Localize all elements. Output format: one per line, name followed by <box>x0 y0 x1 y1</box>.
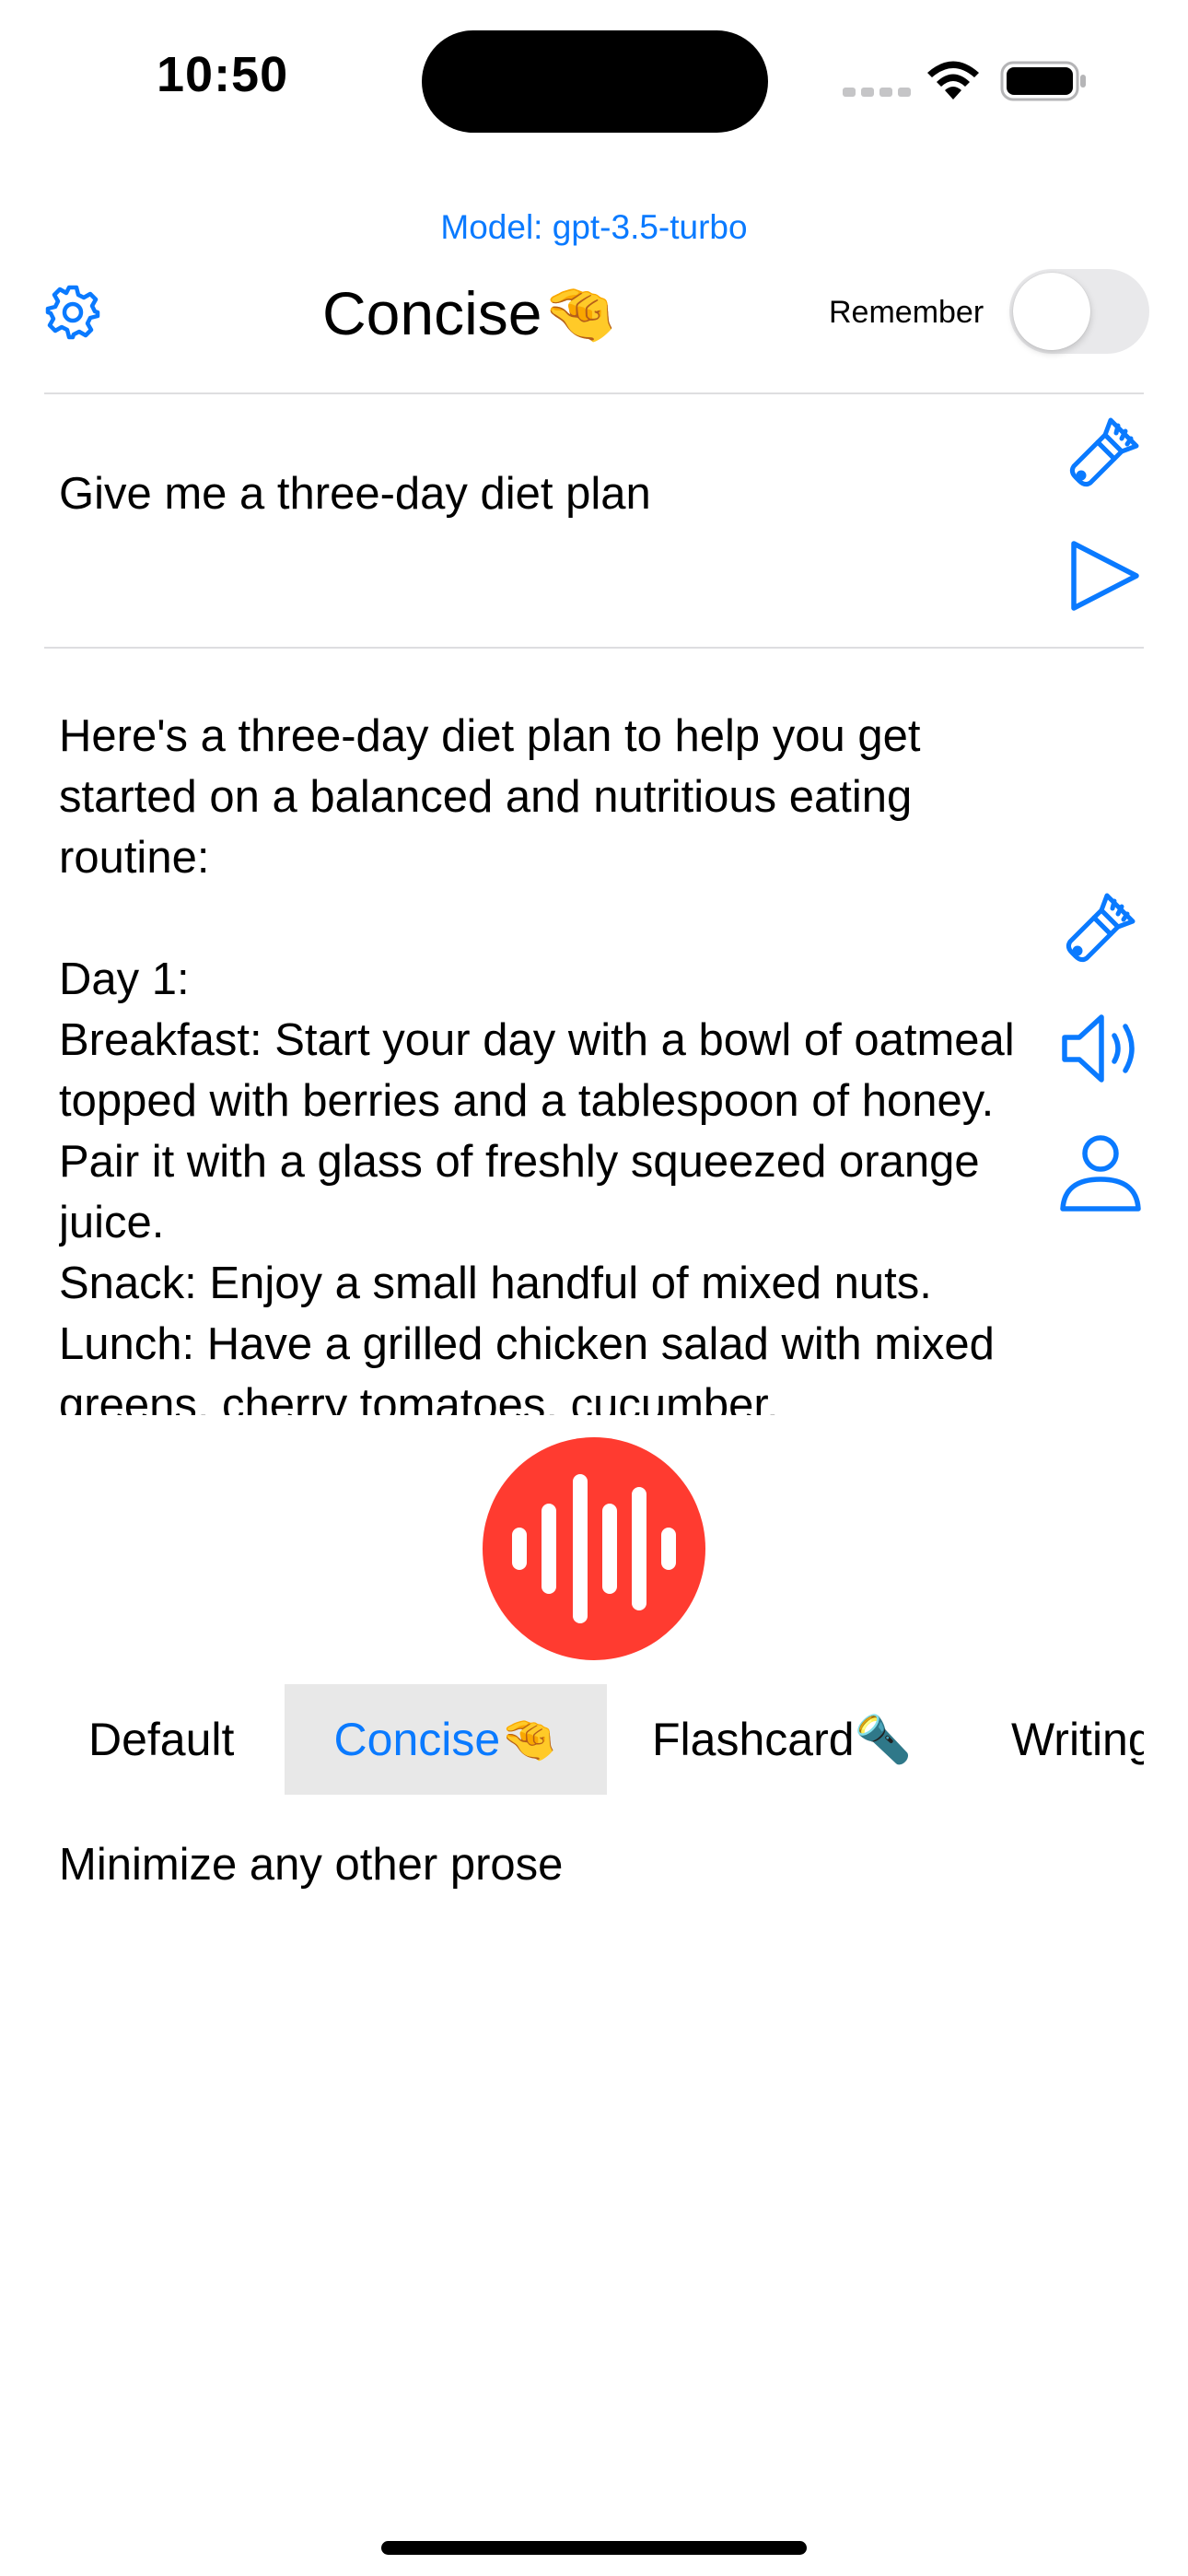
paintbrush-icon[interactable] <box>1063 888 1140 966</box>
divider-top <box>44 392 1144 394</box>
response-text: Here's a three-day diet plan to help you… <box>59 711 1015 1415</box>
paintbrush-icon[interactable] <box>1066 413 1144 490</box>
gear-icon[interactable] <box>44 284 101 341</box>
toggle-knob <box>1013 273 1090 350</box>
tab-concise[interactable]: Concise🤏 <box>285 1684 607 1795</box>
prompt-input[interactable]: Give me a three-day diet plan <box>59 468 651 520</box>
model-label: Model: gpt-3.5-turbo <box>440 208 748 246</box>
person-icon[interactable] <box>1057 1133 1144 1214</box>
page-title: Concise🤏 <box>322 279 618 347</box>
dynamic-island <box>422 30 768 133</box>
divider-middle <box>44 647 1144 649</box>
tab-writing[interactable]: Writing <box>1011 1684 1144 1795</box>
battery-icon <box>1000 61 1086 101</box>
home-indicator[interactable] <box>381 2541 807 2555</box>
record-button[interactable] <box>483 1437 705 1660</box>
tab-default[interactable]: Default <box>88 1684 234 1795</box>
status-time: 10:50 <box>157 47 289 102</box>
system-prompt-text[interactable]: Minimize any other prose <box>59 1839 563 1891</box>
cellular-signal-icon <box>843 85 916 101</box>
wifi-icon <box>927 61 979 100</box>
remember-toggle[interactable] <box>1009 269 1149 354</box>
style-tabs: Default Concise🤏 Flashcard🔦 Writing <box>44 1684 1144 1795</box>
remember-label: Remember <box>829 295 984 330</box>
speaker-icon[interactable] <box>1059 1010 1147 1087</box>
play-icon[interactable] <box>1068 538 1142 614</box>
tab-flashcard[interactable]: Flashcard🔦 <box>652 1684 912 1795</box>
